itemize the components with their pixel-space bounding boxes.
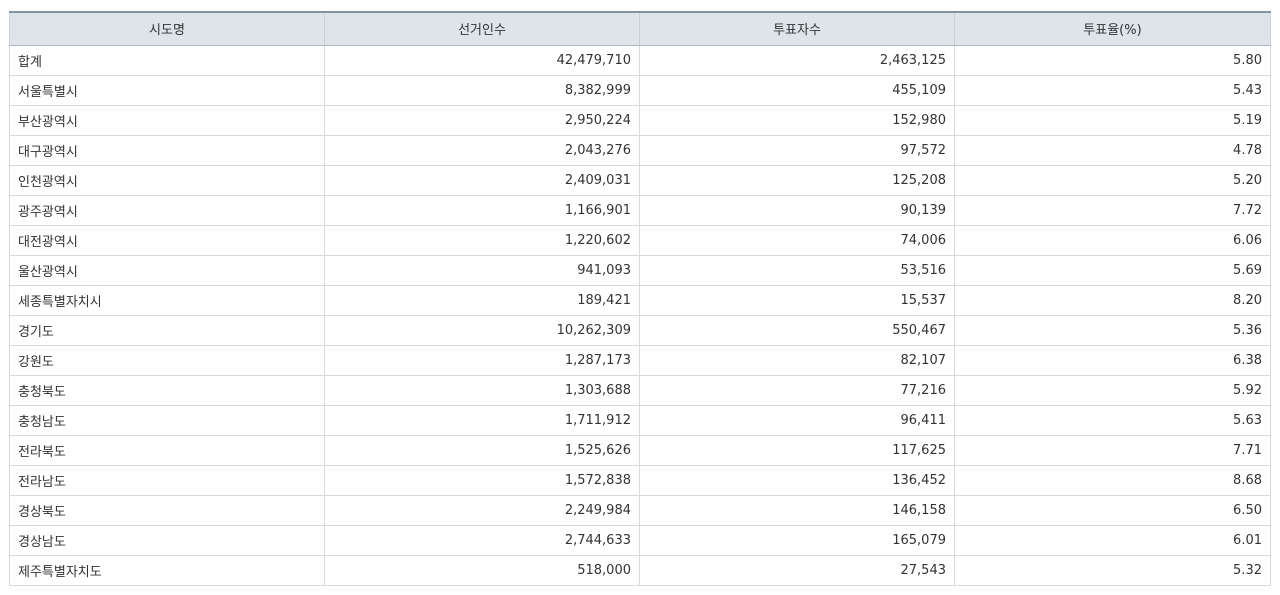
table-row: 부산광역시 2,950,224 152,980 5.19: [9, 104, 1271, 136]
cell-turnout: 5.80: [954, 44, 1271, 76]
cell-turnout: 6.38: [954, 344, 1271, 376]
cell-region: 합계: [9, 44, 325, 76]
cell-electors: 10,262,309: [324, 314, 640, 346]
cell-region: 세종특별자치시: [9, 284, 325, 316]
header-turnout: 투표율(%): [954, 11, 1271, 46]
cell-voters: 82,107: [639, 344, 955, 376]
header-row: 시도명 선거인수 투표자수 투표율(%): [9, 11, 1271, 46]
cell-turnout: 6.06: [954, 224, 1271, 256]
table-row: 인천광역시 2,409,031 125,208 5.20: [9, 164, 1271, 196]
cell-electors: 42,479,710: [324, 44, 640, 76]
cell-turnout: 5.92: [954, 374, 1271, 406]
cell-voters: 90,139: [639, 194, 955, 226]
cell-turnout: 4.78: [954, 134, 1271, 166]
table-header: 시도명 선거인수 투표자수 투표율(%): [9, 11, 1271, 46]
cell-region: 전라북도: [9, 434, 325, 466]
cell-region: 광주광역시: [9, 194, 325, 226]
cell-voters: 77,216: [639, 374, 955, 406]
cell-turnout: 5.63: [954, 404, 1271, 436]
cell-electors: 1,166,901: [324, 194, 640, 226]
cell-turnout: 5.36: [954, 314, 1271, 346]
cell-region: 서울특별시: [9, 74, 325, 106]
table-row: 대구광역시 2,043,276 97,572 4.78: [9, 134, 1271, 166]
cell-turnout: 5.69: [954, 254, 1271, 286]
cell-electors: 1,525,626: [324, 434, 640, 466]
cell-turnout: 5.32: [954, 554, 1271, 586]
cell-region: 울산광역시: [9, 254, 325, 286]
cell-turnout: 7.72: [954, 194, 1271, 226]
table-row: 전라남도 1,572,838 136,452 8.68: [9, 464, 1271, 496]
cell-voters: 96,411: [639, 404, 955, 436]
cell-region: 경상북도: [9, 494, 325, 526]
cell-electors: 2,744,633: [324, 524, 640, 556]
cell-voters: 136,452: [639, 464, 955, 496]
cell-voters: 550,467: [639, 314, 955, 346]
cell-electors: 8,382,999: [324, 74, 640, 106]
cell-voters: 2,463,125: [639, 44, 955, 76]
cell-region: 강원도: [9, 344, 325, 376]
cell-voters: 152,980: [639, 104, 955, 136]
table-row: 충청북도 1,303,688 77,216 5.92: [9, 374, 1271, 406]
cell-region: 대전광역시: [9, 224, 325, 256]
cell-voters: 125,208: [639, 164, 955, 196]
cell-turnout: 5.20: [954, 164, 1271, 196]
cell-turnout: 6.01: [954, 524, 1271, 556]
cell-voters: 146,158: [639, 494, 955, 526]
table-row: 제주특별자치도 518,000 27,543 5.32: [9, 554, 1271, 586]
table-body: 합계 42,479,710 2,463,125 5.80 서울특별시 8,382,999 4…: [9, 44, 1271, 586]
cell-turnout: 8.68: [954, 464, 1271, 496]
cell-electors: 2,043,276: [324, 134, 640, 166]
table-row: 합계 42,479,710 2,463,125 5.80: [9, 44, 1271, 76]
cell-turnout: 5.43: [954, 74, 1271, 106]
cell-region: 부산광역시: [9, 104, 325, 136]
table-row: 광주광역시 1,166,901 90,139 7.72: [9, 194, 1271, 226]
header-region: 시도명: [9, 11, 325, 46]
table-row: 경상북도 2,249,984 146,158 6.50: [9, 494, 1271, 526]
cell-electors: 1,711,912: [324, 404, 640, 436]
table-row: 전라북도 1,525,626 117,625 7.71: [9, 434, 1271, 466]
table-row: 세종특별자치시 189,421 15,537 8.20: [9, 284, 1271, 316]
turnout-table-container: 시도명 선거인수 투표자수 투표율(%) 합계 42,479,710 2,463,1…: [9, 11, 1271, 586]
table-row: 강원도 1,287,173 82,107 6.38: [9, 344, 1271, 376]
turnout-table: 시도명 선거인수 투표자수 투표율(%) 합계 42,479,710 2,463,1…: [9, 11, 1271, 586]
table-row: 경상남도 2,744,633 165,079 6.01: [9, 524, 1271, 556]
cell-region: 경상남도: [9, 524, 325, 556]
cell-electors: 2,249,984: [324, 494, 640, 526]
cell-voters: 27,543: [639, 554, 955, 586]
cell-region: 충청남도: [9, 404, 325, 436]
cell-region: 경기도: [9, 314, 325, 346]
cell-turnout: 5.19: [954, 104, 1271, 136]
cell-turnout: 7.71: [954, 434, 1271, 466]
cell-voters: 15,537: [639, 284, 955, 316]
cell-electors: 1,572,838: [324, 464, 640, 496]
table-row: 충청남도 1,711,912 96,411 5.63: [9, 404, 1271, 436]
table-row: 경기도 10,262,309 550,467 5.36: [9, 314, 1271, 346]
table-row: 울산광역시 941,093 53,516 5.69: [9, 254, 1271, 286]
cell-voters: 74,006: [639, 224, 955, 256]
header-voters: 투표자수: [639, 11, 955, 46]
cell-voters: 117,625: [639, 434, 955, 466]
header-electors: 선거인수: [324, 11, 640, 46]
cell-electors: 2,950,224: [324, 104, 640, 136]
cell-region: 충청북도: [9, 374, 325, 406]
table-row: 서울특별시 8,382,999 455,109 5.43: [9, 74, 1271, 106]
cell-region: 제주특별자치도: [9, 554, 325, 586]
cell-voters: 97,572: [639, 134, 955, 166]
cell-electors: 2,409,031: [324, 164, 640, 196]
cell-voters: 455,109: [639, 74, 955, 106]
cell-region: 전라남도: [9, 464, 325, 496]
cell-electors: 518,000: [324, 554, 640, 586]
cell-region: 대구광역시: [9, 134, 325, 166]
cell-electors: 941,093: [324, 254, 640, 286]
cell-turnout: 8.20: [954, 284, 1271, 316]
cell-turnout: 6.50: [954, 494, 1271, 526]
cell-electors: 1,287,173: [324, 344, 640, 376]
cell-electors: 1,220,602: [324, 224, 640, 256]
cell-voters: 165,079: [639, 524, 955, 556]
table-row: 대전광역시 1,220,602 74,006 6.06: [9, 224, 1271, 256]
cell-region: 인천광역시: [9, 164, 325, 196]
cell-electors: 189,421: [324, 284, 640, 316]
cell-voters: 53,516: [639, 254, 955, 286]
cell-electors: 1,303,688: [324, 374, 640, 406]
